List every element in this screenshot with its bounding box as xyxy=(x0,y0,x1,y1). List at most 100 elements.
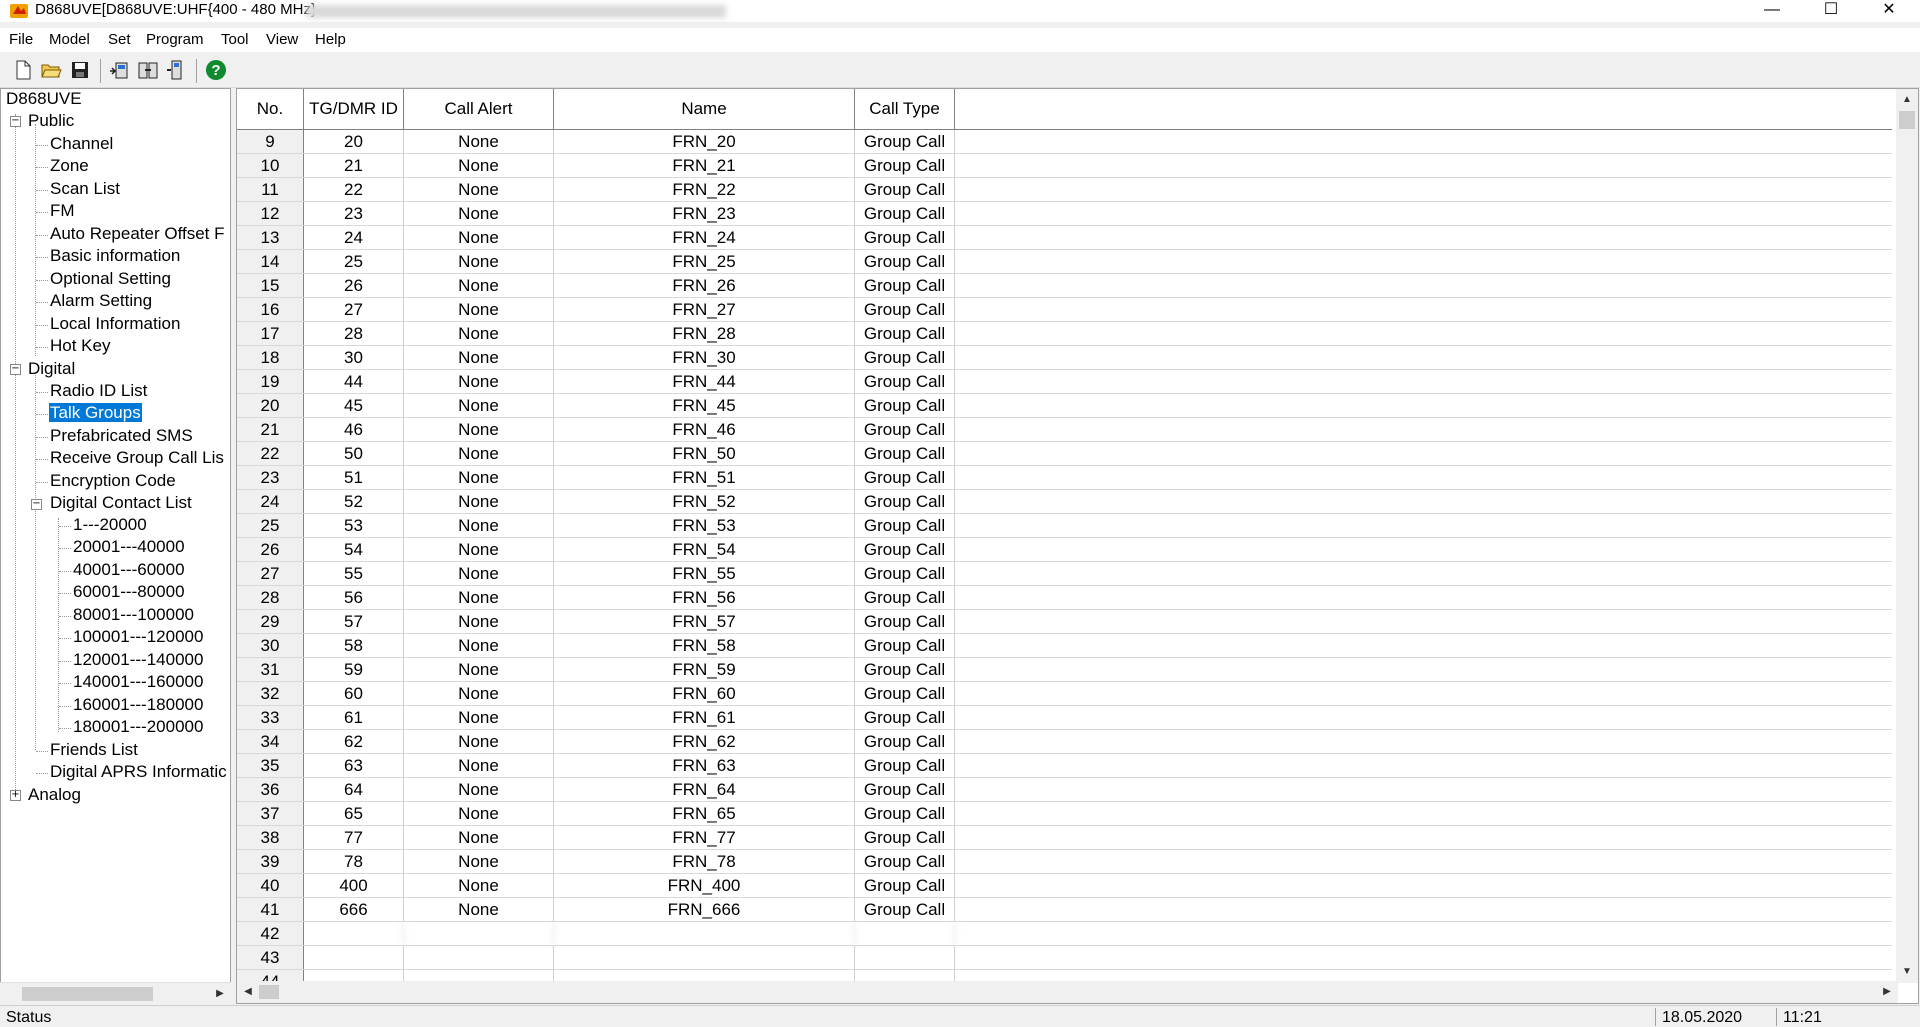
table-row[interactable]: 26 54 None FRN_54 Group Call xyxy=(237,538,1892,562)
cell-tg-dmr-id[interactable]: 64 xyxy=(304,778,404,801)
cell-name[interactable] xyxy=(554,946,855,969)
cell-name[interactable]: FRN_54 xyxy=(554,538,855,561)
expand-analog-icon[interactable]: + xyxy=(10,790,21,801)
cell-call-alert[interactable]: None xyxy=(404,490,554,513)
cell-name[interactable]: FRN_400 xyxy=(554,874,855,897)
table-row[interactable]: 9 20 None FRN_20 Group Call xyxy=(237,130,1892,154)
cell-call-type[interactable]: Group Call xyxy=(855,706,955,729)
cell-tg-dmr-id[interactable]: 51 xyxy=(304,466,404,489)
cell-call-alert[interactable]: None xyxy=(404,682,554,705)
cell-call-type[interactable]: Group Call xyxy=(855,418,955,441)
cell-call-type[interactable]: Group Call xyxy=(855,202,955,225)
cell-call-alert[interactable]: None xyxy=(404,346,554,369)
table-row[interactable]: 14 25 None FRN_25 Group Call xyxy=(237,250,1892,274)
table-row[interactable]: 11 22 None FRN_22 Group Call xyxy=(237,178,1892,202)
cell-call-type[interactable]: Group Call xyxy=(855,826,955,849)
table-row[interactable]: 20 45 None FRN_45 Group Call xyxy=(237,394,1892,418)
cell-no[interactable]: 29 xyxy=(237,610,304,633)
cell-no[interactable]: 12 xyxy=(237,202,304,225)
table-row[interactable]: 22 50 None FRN_50 Group Call xyxy=(237,442,1892,466)
tree-item-digital-aprs-information[interactable]: Digital APRS Informatic xyxy=(50,762,227,782)
cell-name[interactable] xyxy=(554,922,855,945)
cell-tg-dmr-id[interactable]: 46 xyxy=(304,418,404,441)
table-row[interactable]: 17 28 None FRN_28 Group Call xyxy=(237,322,1892,346)
table-row[interactable]: 38 77 None FRN_77 Group Call xyxy=(237,826,1892,850)
cell-no[interactable]: 35 xyxy=(237,754,304,777)
minimize-button[interactable]: — xyxy=(1749,0,1795,22)
tree-item-channel[interactable]: Channel xyxy=(50,134,113,154)
cell-tg-dmr-id[interactable]: 62 xyxy=(304,730,404,753)
tree-horizontal-scrollbar[interactable]: ▶ xyxy=(0,982,231,1005)
table-row[interactable]: 10 21 None FRN_21 Group Call xyxy=(237,154,1892,178)
cell-no[interactable]: 14 xyxy=(237,250,304,273)
cell-no[interactable]: 38 xyxy=(237,826,304,849)
cell-no[interactable]: 34 xyxy=(237,730,304,753)
cell-tg-dmr-id[interactable]: 666 xyxy=(304,898,404,921)
cell-call-alert[interactable]: None xyxy=(404,874,554,897)
grid-vscroll-thumb[interactable] xyxy=(1899,111,1915,129)
cell-no[interactable]: 23 xyxy=(237,466,304,489)
column-header-call-alert[interactable]: Call Alert xyxy=(404,89,554,129)
cell-tg-dmr-id[interactable]: 26 xyxy=(304,274,404,297)
cell-no[interactable]: 15 xyxy=(237,274,304,297)
cell-no[interactable]: 28 xyxy=(237,586,304,609)
cell-call-type[interactable]: Group Call xyxy=(855,322,955,345)
cell-call-type[interactable]: Group Call xyxy=(855,130,955,153)
cell-no[interactable]: 19 xyxy=(237,370,304,393)
cell-call-alert[interactable]: None xyxy=(404,154,554,177)
cell-call-type[interactable]: Group Call xyxy=(855,778,955,801)
table-row[interactable]: 36 64 None FRN_64 Group Call xyxy=(237,778,1892,802)
cell-tg-dmr-id[interactable] xyxy=(304,922,404,945)
cell-call-type[interactable]: Group Call xyxy=(855,154,955,177)
table-row[interactable]: 43 xyxy=(237,946,1892,970)
cell-call-type[interactable]: Group Call xyxy=(855,250,955,273)
grid-hscroll-thumb[interactable] xyxy=(259,985,279,999)
tree-item-scan-list[interactable]: Scan List xyxy=(50,179,120,199)
tree-item-optional-setting[interactable]: Optional Setting xyxy=(50,269,171,289)
cell-call-alert[interactable]: None xyxy=(404,826,554,849)
cell-call-type[interactable]: Group Call xyxy=(855,754,955,777)
cell-tg-dmr-id[interactable]: 20 xyxy=(304,130,404,153)
cell-call-alert[interactable]: None xyxy=(404,898,554,921)
cell-call-alert[interactable]: None xyxy=(404,802,554,825)
table-row[interactable]: 30 58 None FRN_58 Group Call xyxy=(237,634,1892,658)
tree-item-friends-list[interactable]: Friends List xyxy=(50,740,138,760)
table-row[interactable]: 23 51 None FRN_51 Group Call xyxy=(237,466,1892,490)
tree-item-receive-group-call-list[interactable]: Receive Group Call Lis xyxy=(50,448,224,468)
tree-item-contact-range[interactable]: 140001---160000 xyxy=(73,672,203,692)
tree-item-prefabricated-sms[interactable]: Prefabricated SMS xyxy=(50,426,193,446)
cell-tg-dmr-id[interactable]: 56 xyxy=(304,586,404,609)
cell-name[interactable]: FRN_57 xyxy=(554,610,855,633)
cell-call-type[interactable]: Group Call xyxy=(855,730,955,753)
menu-tool[interactable]: Tool xyxy=(221,31,249,48)
cell-call-type[interactable]: Group Call xyxy=(855,802,955,825)
table-row[interactable]: 40 400 None FRN_400 Group Call xyxy=(237,874,1892,898)
cell-no[interactable]: 33 xyxy=(237,706,304,729)
cell-call-type[interactable]: Group Call xyxy=(855,370,955,393)
grid-horizontal-scrollbar[interactable]: ◀ ▶ xyxy=(237,981,1898,1003)
cell-call-type[interactable]: Group Call xyxy=(855,586,955,609)
cell-tg-dmr-id[interactable]: 54 xyxy=(304,538,404,561)
cell-no[interactable]: 27 xyxy=(237,562,304,585)
cell-name[interactable]: FRN_63 xyxy=(554,754,855,777)
cell-no[interactable]: 41 xyxy=(237,898,304,921)
cell-call-alert[interactable]: None xyxy=(404,370,554,393)
cell-no[interactable]: 13 xyxy=(237,226,304,249)
cell-call-alert[interactable]: None xyxy=(404,586,554,609)
cell-tg-dmr-id[interactable]: 52 xyxy=(304,490,404,513)
collapse-public-icon[interactable]: − xyxy=(10,116,21,127)
cell-no[interactable]: 10 xyxy=(237,154,304,177)
cell-tg-dmr-id[interactable]: 61 xyxy=(304,706,404,729)
column-header-call-type[interactable]: Call Type xyxy=(855,89,955,129)
cell-name[interactable]: FRN_22 xyxy=(554,178,855,201)
cell-tg-dmr-id[interactable]: 77 xyxy=(304,826,404,849)
cell-name[interactable]: FRN_56 xyxy=(554,586,855,609)
cell-call-type[interactable]: Group Call xyxy=(855,562,955,585)
table-row[interactable]: 29 57 None FRN_57 Group Call xyxy=(237,610,1892,634)
cell-name[interactable]: FRN_28 xyxy=(554,322,855,345)
cell-call-type[interactable]: Group Call xyxy=(855,466,955,489)
menu-model[interactable]: Model xyxy=(49,31,90,48)
cell-no[interactable]: 42 xyxy=(237,922,304,945)
tree-item-contact-range[interactable]: 80001---100000 xyxy=(73,605,194,625)
cell-tg-dmr-id[interactable]: 400 xyxy=(304,874,404,897)
